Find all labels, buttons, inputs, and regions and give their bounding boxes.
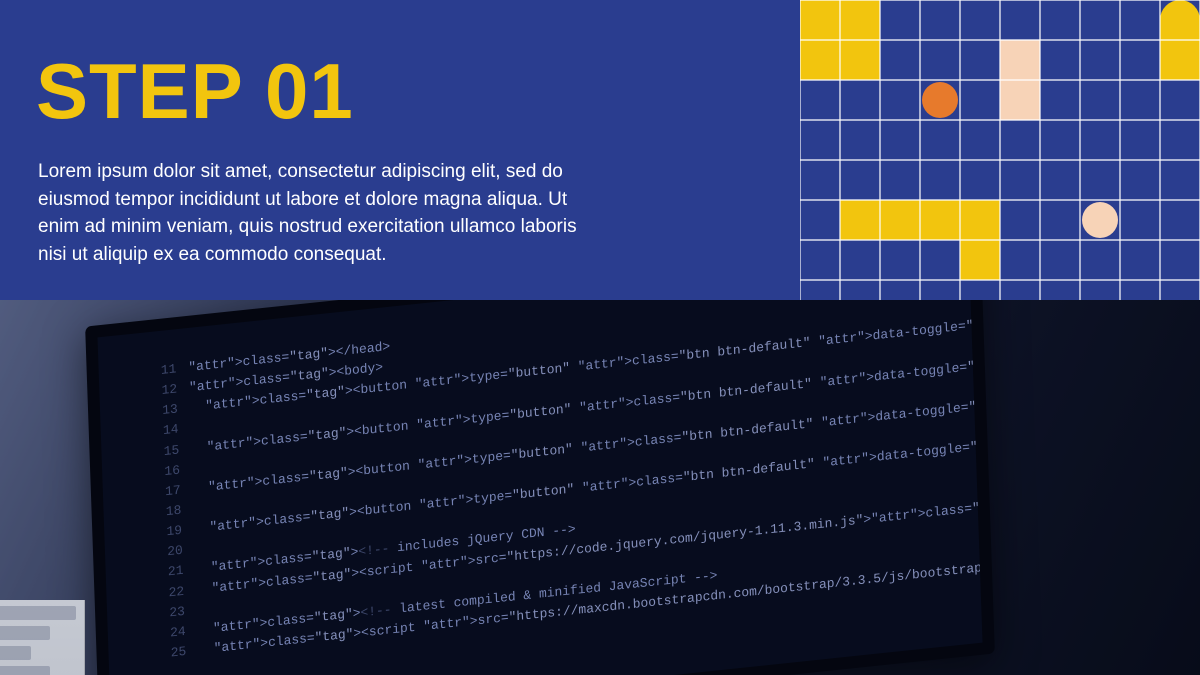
editor-sidebar: [0, 600, 85, 675]
code-monitor: 11"attr">class="tag"></head> 12"attr">cl…: [85, 300, 995, 675]
grid-decoration: [800, 0, 1200, 300]
photo-region: 11"attr">class="tag"></head> 12"attr">cl…: [0, 300, 1200, 675]
slide: 11"attr">class="tag"></head> 12"attr">cl…: [0, 0, 1200, 675]
slide-title: STEP 01: [36, 46, 354, 137]
slide-body: Lorem ipsum dolor sit amet, consectetur …: [38, 158, 598, 268]
